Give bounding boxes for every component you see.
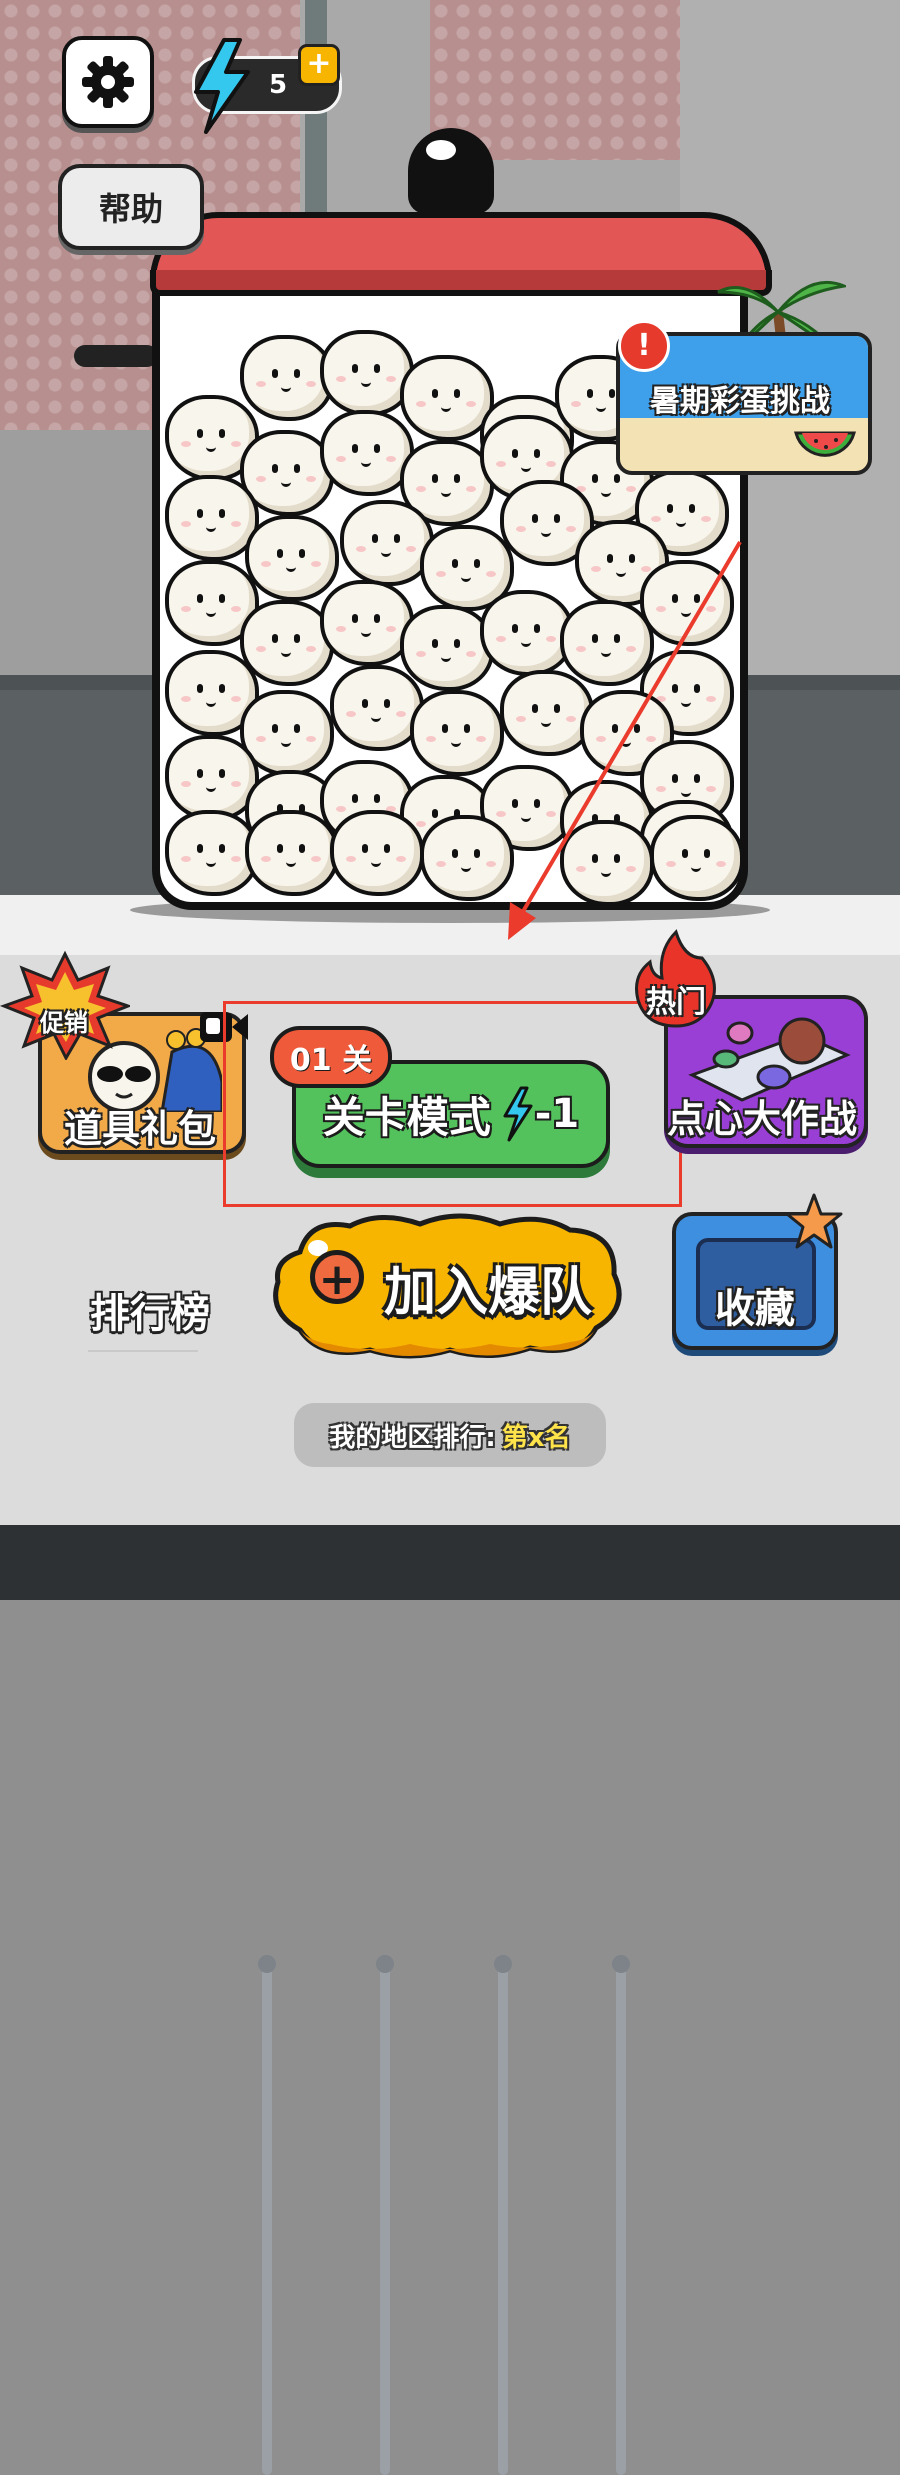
- item-pack-label: 道具礼包: [63, 1107, 216, 1151]
- plus-circle-icon: +: [310, 1250, 364, 1305]
- popcorn-piece: [330, 810, 424, 896]
- level-mode-label: 关卡模式: [322, 1092, 491, 1142]
- regional-rank: 我的地区排行: 第x名: [294, 1403, 606, 1467]
- watermelon-icon: [794, 431, 856, 457]
- gear-icon: [82, 56, 134, 108]
- leaderboard-divider: [88, 1350, 198, 1352]
- favorites-label: 收藏: [715, 1286, 795, 1332]
- star-icon: [785, 1193, 843, 1249]
- popcorn-piece: [410, 690, 504, 776]
- tray-rail: [258, 1955, 276, 2475]
- leaderboard-button[interactable]: 排行榜: [70, 1265, 230, 1355]
- popcorn-piece: [245, 810, 339, 896]
- settings-button[interactable]: [62, 36, 154, 128]
- bottom-bar: [0, 1525, 900, 1600]
- promo-tag: 促销: [40, 1009, 88, 1037]
- regional-rank-prefix: 我的地区排行:: [329, 1422, 496, 1453]
- popcorn-pile: [0, 0, 900, 1000]
- tray-rail: [612, 1955, 630, 2475]
- join-team-label: 加入爆队: [384, 1263, 593, 1323]
- help-button[interactable]: 帮助: [58, 164, 204, 250]
- hot-tag: 热门: [646, 985, 706, 1020]
- level-number-badge: 01 关: [270, 1026, 392, 1088]
- add-energy-button[interactable]: +: [298, 44, 340, 86]
- popcorn-piece: [400, 605, 494, 691]
- tray-rail: [376, 1955, 394, 2475]
- summer-challenge-label: 暑期彩蛋挑战: [650, 384, 830, 419]
- leaderboard-label: 排行榜: [90, 1291, 210, 1337]
- energy-value: 5: [268, 70, 288, 100]
- tray-rail: [494, 1955, 512, 2475]
- lightning-icon: [503, 1086, 533, 1142]
- regional-rank-value: 第x名: [501, 1422, 571, 1453]
- popcorn-piece: [245, 515, 339, 601]
- lightning-icon: [194, 38, 250, 134]
- alert-badge: !: [618, 320, 670, 372]
- dimsum-battle-label: 点心大作战: [666, 1097, 857, 1141]
- level-energy-cost: -1: [534, 1091, 580, 1137]
- guide-arrow-icon: [508, 540, 742, 940]
